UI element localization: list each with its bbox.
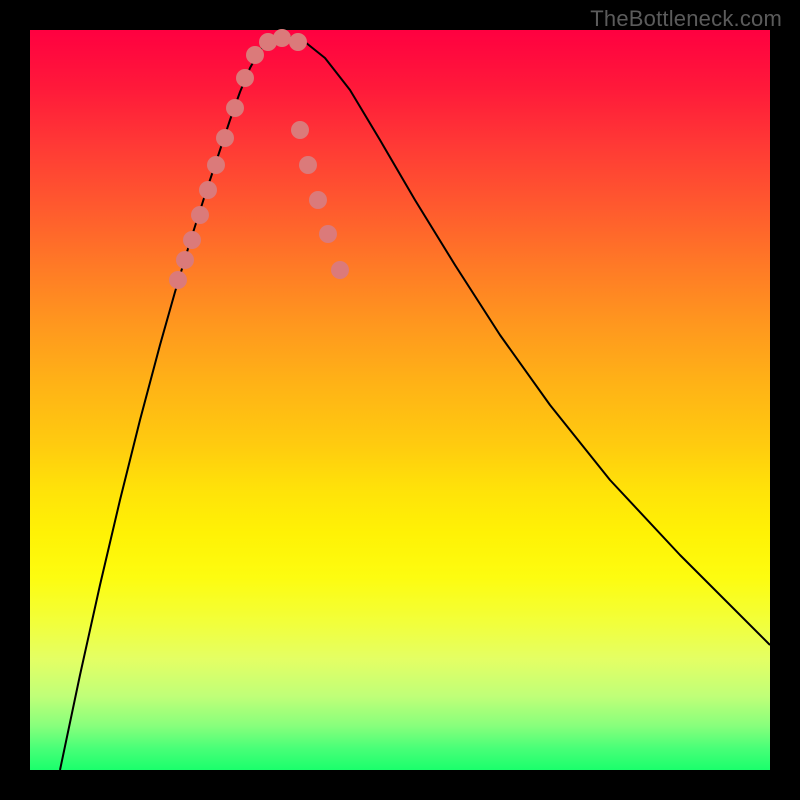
marker-dot bbox=[331, 261, 349, 279]
watermark-text: TheBottleneck.com bbox=[590, 6, 782, 32]
marker-dot bbox=[319, 225, 337, 243]
marker-dot bbox=[216, 129, 234, 147]
marker-dot bbox=[191, 206, 209, 224]
marker-dot bbox=[176, 251, 194, 269]
marker-dot bbox=[207, 156, 225, 174]
marker-dot bbox=[299, 156, 317, 174]
marker-dot bbox=[183, 231, 201, 249]
dot-layer bbox=[169, 29, 349, 289]
marker-dot bbox=[289, 33, 307, 51]
plot-area bbox=[30, 30, 770, 770]
marker-dot bbox=[226, 99, 244, 117]
marker-dot bbox=[273, 29, 291, 47]
marker-dot bbox=[169, 271, 187, 289]
marker-dot bbox=[199, 181, 217, 199]
curve-layer bbox=[60, 35, 770, 770]
marker-dot bbox=[309, 191, 327, 209]
marker-dot bbox=[246, 46, 264, 64]
marker-dot bbox=[236, 69, 254, 87]
bottleneck-curve-path bbox=[60, 35, 770, 770]
marker-dot bbox=[291, 121, 309, 139]
chart-svg bbox=[30, 30, 770, 770]
chart-frame: TheBottleneck.com bbox=[0, 0, 800, 800]
